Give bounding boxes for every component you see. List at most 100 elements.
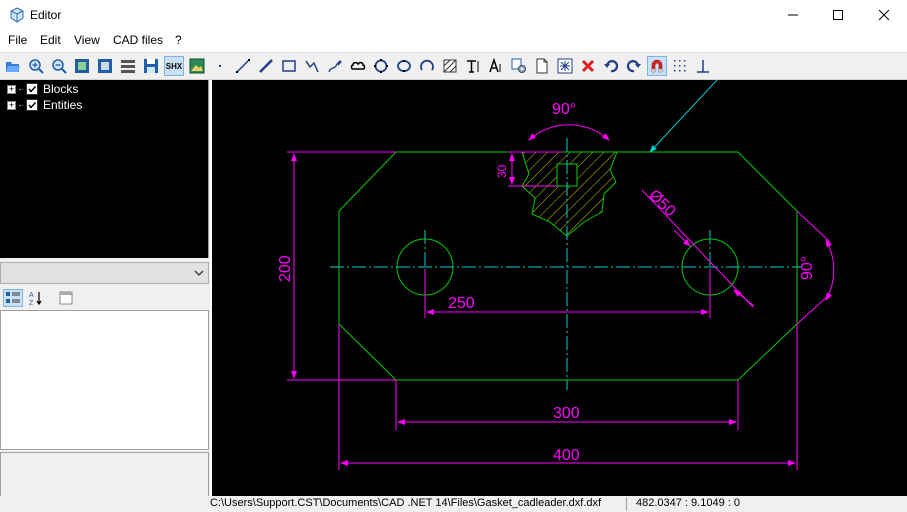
window-title: Editor [30, 8, 62, 22]
zoom-out-icon [52, 59, 67, 74]
page-icon [536, 58, 548, 74]
checkmark-icon [28, 85, 37, 93]
menu-edit[interactable]: Edit [40, 33, 61, 47]
zoom-in-button[interactable] [26, 56, 46, 76]
dim-height: 200 [277, 255, 294, 282]
property-grid[interactable] [0, 310, 209, 450]
image-icon [189, 58, 205, 74]
snap-magnet-icon [651, 59, 663, 73]
mtext-button[interactable] [486, 56, 506, 76]
open-button[interactable] [3, 56, 23, 76]
drawing-canvas[interactable]: 90° 30 Ø50 90° 200 250 300 400 [212, 80, 907, 496]
dim-hole-spacing: 250 [448, 295, 475, 312]
shx-fonts-button[interactable]: SHX [164, 56, 184, 76]
title-bar: Editor [0, 0, 907, 30]
alphabetical-icon: AZ [29, 292, 42, 306]
fit-button[interactable] [555, 56, 575, 76]
sketch-button[interactable] [325, 56, 345, 76]
delete-button[interactable] [578, 56, 598, 76]
ellipse-icon [397, 60, 411, 72]
redo-button[interactable] [624, 56, 644, 76]
ellipse-button[interactable] [394, 56, 414, 76]
text-button[interactable] [463, 56, 483, 76]
ortho-button[interactable] [693, 56, 713, 76]
close-button[interactable] [861, 0, 907, 30]
leader-line [649, 80, 718, 153]
maximize-icon [833, 10, 843, 20]
chevron-down-icon [194, 270, 204, 276]
dim-angle-right: 90° [799, 256, 816, 280]
status-coordinates: 482.0347 : 9.1049 : 0 [636, 497, 740, 509]
save-button[interactable] [141, 56, 161, 76]
image-button[interactable] [187, 56, 207, 76]
property-description [0, 452, 209, 498]
delete-icon [581, 59, 595, 73]
open-icon [6, 62, 20, 72]
object-selector-combo[interactable] [0, 262, 209, 284]
tree-item-blocks[interactable]: + Blocks [7, 81, 78, 97]
settings-icon [511, 58, 526, 73]
settings-button[interactable] [509, 56, 529, 76]
undo-button[interactable] [601, 56, 621, 76]
property-pages-icon [59, 291, 73, 305]
ortho-icon [697, 60, 709, 73]
polyline-icon [259, 59, 273, 73]
menu-cad-files[interactable]: CAD files [113, 33, 163, 47]
redo-icon [626, 60, 641, 73]
menu-bar: File Edit View CAD files ? [0, 30, 907, 51]
shx-label: SHX [165, 61, 183, 71]
categorized-icon [6, 292, 20, 303]
property-pages-button[interactable] [56, 289, 76, 307]
cloud-button[interactable] [348, 56, 368, 76]
menu-view[interactable]: View [74, 33, 100, 47]
circle-icon [374, 59, 388, 73]
rectangle-button[interactable] [279, 56, 299, 76]
expand-icon[interactable]: + [7, 84, 16, 94]
dim-diameter: Ø50 [645, 187, 678, 220]
alphabetical-button[interactable]: AZ [26, 289, 46, 307]
spline-button[interactable] [302, 56, 322, 76]
hatch-icon [443, 59, 457, 73]
drawing-svg: 90° 30 Ø50 90° 200 250 300 400 [277, 80, 835, 470]
layers-button[interactable] [118, 56, 138, 76]
dim-angle-top: 90° [552, 101, 576, 118]
menu-help[interactable]: ? [175, 33, 182, 47]
minimize-icon [788, 14, 798, 16]
line-button[interactable] [233, 56, 253, 76]
mtext-icon [489, 58, 501, 73]
hatch-button[interactable] [440, 56, 460, 76]
blocks-checkbox[interactable] [26, 83, 38, 95]
menu-file[interactable]: File [8, 33, 27, 47]
text-icon [467, 60, 479, 73]
arc-icon [420, 59, 434, 71]
sketch-icon [328, 60, 342, 73]
zoom-window-icon [98, 59, 112, 73]
maximize-button[interactable] [815, 0, 861, 30]
zoom-extents-button[interactable] [72, 56, 92, 76]
zoom-window-button[interactable] [95, 56, 115, 76]
entity-tree: + Blocks + Entities [0, 80, 209, 258]
tree-item-label: Blocks [43, 82, 79, 96]
close-icon [878, 9, 890, 21]
dim-depth: 30 [495, 164, 509, 178]
left-panel: + Blocks + Entities AZ [0, 80, 210, 498]
save-icon [144, 59, 158, 73]
page-button[interactable] [532, 56, 552, 76]
expand-icon[interactable]: + [7, 100, 16, 110]
status-file-path: C:\Users\Support.CST\Documents\CAD .NET … [210, 497, 602, 509]
snap-magnet-button[interactable] [647, 56, 667, 76]
dim-bottom-width: 300 [553, 405, 580, 422]
point-button[interactable] [210, 56, 230, 76]
arc-button[interactable] [417, 56, 437, 76]
grid-button[interactable] [670, 56, 690, 76]
main-toolbar: SHX [0, 52, 907, 80]
entities-checkbox[interactable] [26, 99, 38, 111]
tree-item-entities[interactable]: + Entities [7, 97, 82, 113]
circle-button[interactable] [371, 56, 391, 76]
svg-text:Z: Z [29, 300, 34, 306]
polyline-button[interactable] [256, 56, 276, 76]
cloud-icon [350, 61, 366, 70]
zoom-out-button[interactable] [49, 56, 69, 76]
categorized-button[interactable] [3, 289, 23, 307]
minimize-button[interactable] [770, 0, 816, 30]
